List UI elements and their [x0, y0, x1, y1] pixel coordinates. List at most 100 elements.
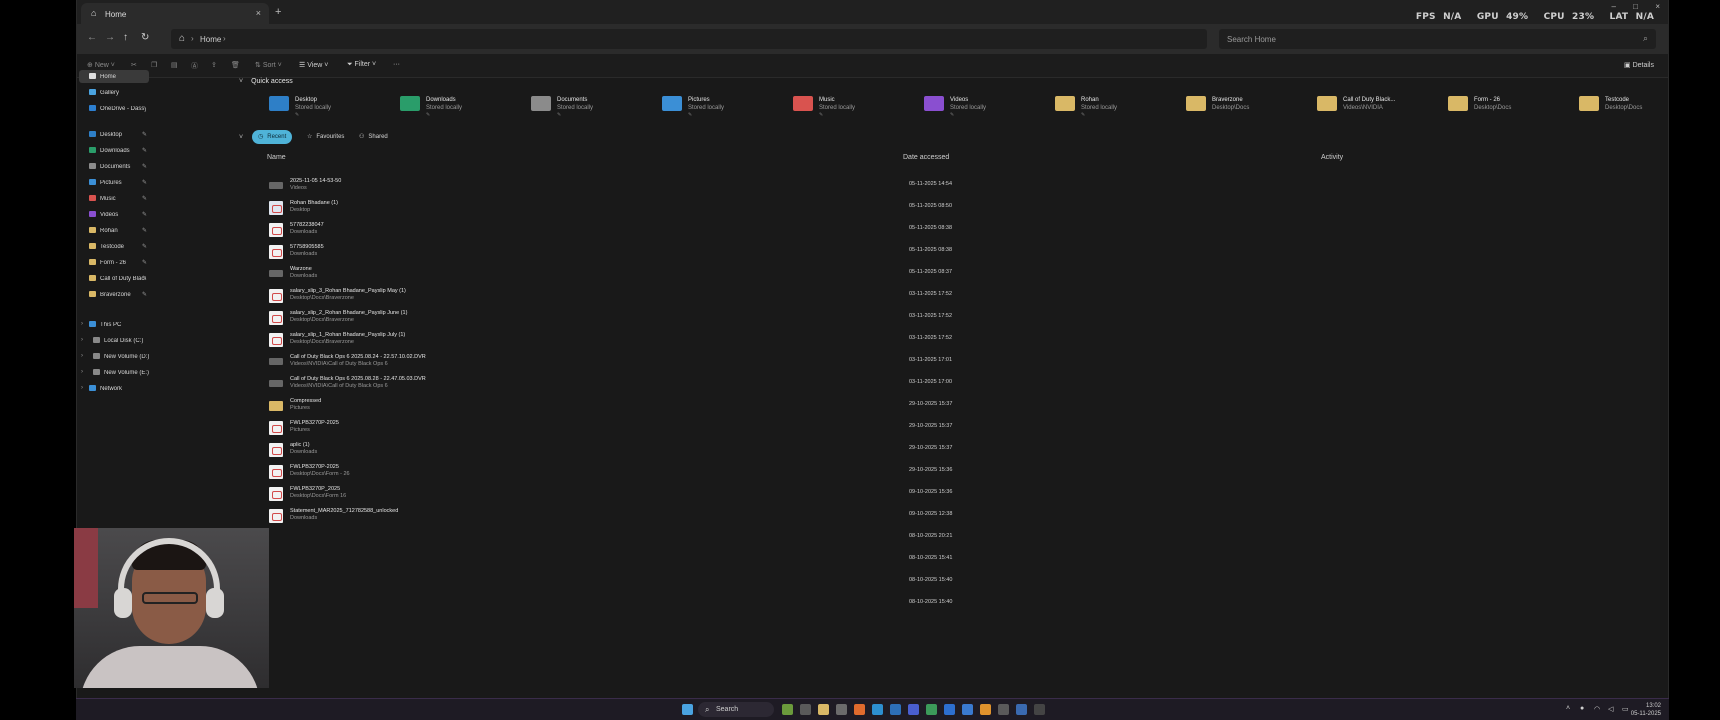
- sidebar-item-local-disk-c-[interactable]: › Local Disk (C:): [79, 334, 149, 347]
- file-row[interactable]: 57782238047 Downloads 05-11-2025 08:38: [269, 221, 1069, 243]
- wifi-icon[interactable]: ◠: [1594, 705, 1600, 713]
- file-row[interactable]: 08-10-2025 20:21: [269, 529, 1069, 551]
- file-row[interactable]: FWLPB3270P_2025 Desktop\Docs\Form 16 09-10…: [269, 485, 1069, 507]
- minimize-button[interactable]: –: [1612, 2, 1616, 11]
- clock[interactable]: 13:02 05-11-2025: [1631, 702, 1661, 718]
- file-row[interactable]: Warzone Downloads 05-11-2025 08:37: [269, 265, 1069, 287]
- file-row[interactable]: Call of Duty Black Ops 6 2025.08.28 - 22…: [269, 375, 1069, 397]
- teams-icon[interactable]: [908, 704, 919, 715]
- file-row[interactable]: 57758905585 Downloads 05-11-2025 08:38: [269, 243, 1069, 265]
- file-row[interactable]: Call of Duty Black Ops 6 2025.08.24 - 22…: [269, 353, 1069, 375]
- sidebar-item-gallery[interactable]: Gallery: [79, 86, 149, 99]
- app-icon[interactable]: [998, 704, 1009, 715]
- maximize-button[interactable]: □: [1633, 2, 1638, 11]
- chevron-right-icon[interactable]: ›: [81, 353, 83, 359]
- file-explorer-icon[interactable]: [818, 704, 829, 715]
- quick-access-item[interactable]: Call of Duty Black... Videos\NVIDIA: [1317, 94, 1437, 118]
- chevron-down-icon[interactable]: ˅: [239, 78, 243, 85]
- sidebar-item-videos[interactable]: Videos ✎: [79, 208, 149, 221]
- chevron-right-icon[interactable]: ›: [81, 321, 83, 327]
- quick-access-item[interactable]: Music Stored locally ✎: [793, 94, 913, 118]
- sidebar-item-desktop[interactable]: Desktop ✎: [79, 128, 149, 141]
- copy-icon[interactable]: ❐: [151, 61, 157, 69]
- vscode-icon[interactable]: [890, 704, 901, 715]
- sidebar-item-documents[interactable]: Documents ✎: [79, 160, 149, 173]
- microphone-icon[interactable]: ●: [1580, 705, 1584, 712]
- quick-access-item[interactable]: Downloads Stored locally ✎: [400, 94, 520, 118]
- chevron-right-icon[interactable]: ›: [81, 385, 83, 391]
- breadcrumb-home[interactable]: Home: [200, 35, 221, 44]
- new-tab-button[interactable]: +: [275, 6, 281, 18]
- chevron-right-icon[interactable]: ›: [81, 337, 83, 343]
- quick-access-item[interactable]: Testcode Desktop\Docs: [1579, 94, 1699, 118]
- share-icon[interactable]: ⇪: [211, 61, 217, 69]
- quick-access-item[interactable]: Videos Stored locally ✎: [924, 94, 1044, 118]
- app-icon[interactable]: [1034, 704, 1045, 715]
- quick-access-item[interactable]: Pictures Stored locally ✎: [662, 94, 782, 118]
- vlc-icon[interactable]: [980, 704, 991, 715]
- file-row[interactable]: 08-10-2025 15:41: [269, 551, 1069, 573]
- file-row[interactable]: salary_slip_1_Rohan Bhadane_Payslip July…: [269, 331, 1069, 353]
- file-row[interactable]: 08-10-2025 15:40: [269, 595, 1069, 617]
- file-row[interactable]: FWLPB3270P-2025 Desktop\Docs\Form - 26 29-…: [269, 463, 1069, 485]
- forward-arrow-icon[interactable]: →: [105, 32, 115, 43]
- search-input[interactable]: Search Home ⌕: [1219, 29, 1656, 49]
- sidebar-item-testcode[interactable]: Testcode ✎: [79, 240, 149, 253]
- shield-icon[interactable]: [1016, 704, 1027, 715]
- sidebar-item-downloads[interactable]: Downloads ✎: [79, 144, 149, 157]
- app-icon[interactable]: [962, 704, 973, 715]
- start-icon[interactable]: [682, 704, 693, 715]
- sidebar-item-call-of-duty-black-o[interactable]: Call of Duty Black O✎: [79, 272, 149, 285]
- delete-icon[interactable]: 🗑: [231, 61, 240, 69]
- file-row[interactable]: aplic (1) Downloads 29-10-2025 15:37: [269, 441, 1069, 463]
- rename-icon[interactable]: Ⓐ: [191, 61, 198, 71]
- sidebar-item-form-26[interactable]: Form - 26 ✎: [79, 256, 149, 269]
- sidebar-item-braverzone[interactable]: Braverzone ✎: [79, 288, 149, 301]
- file-row[interactable]: 2025-11-05 14-53-50 Videos 05-11-2025 14:5…: [269, 177, 1069, 199]
- sidebar-item-new-volume-d-[interactable]: › New Volume (D:): [79, 350, 149, 363]
- quick-access-item[interactable]: Braverzone Desktop\Docs: [1186, 94, 1306, 118]
- store-icon[interactable]: [836, 704, 847, 715]
- quick-access-item[interactable]: Rohan Stored locally ✎: [1055, 94, 1175, 118]
- up-arrow-icon[interactable]: ↑: [123, 32, 128, 43]
- chevron-right-icon[interactable]: ›: [81, 369, 83, 375]
- file-row[interactable]: salary_slip_2_Rohan Bhadane_Payslip June…: [269, 309, 1069, 331]
- volume-icon[interactable]: ◁: [1608, 705, 1613, 713]
- quick-access-item[interactable]: Desktop Stored locally ✎: [269, 94, 389, 118]
- sidebar-item-home[interactable]: Home: [79, 70, 149, 83]
- breadcrumb[interactable]: ⌂ › Home ›: [171, 29, 1207, 49]
- quick-access-item[interactable]: Documents Stored locally ✎: [531, 94, 651, 118]
- view-button[interactable]: ☰ View ˅: [299, 61, 328, 69]
- new-button[interactable]: ⊕ New ˅: [87, 61, 115, 69]
- filter-pill-shared[interactable]: ⚇ Shared: [353, 130, 394, 144]
- close-window-button[interactable]: ×: [1655, 2, 1660, 11]
- chevron-up-icon[interactable]: ˄: [1566, 705, 1570, 712]
- sidebar-item-pictures[interactable]: Pictures ✎: [79, 176, 149, 189]
- chevron-right-icon[interactable]: ›: [223, 34, 226, 43]
- tab-home[interactable]: ⌂ Home ×: [81, 3, 269, 24]
- task-view-icon[interactable]: [800, 704, 811, 715]
- back-arrow-icon[interactable]: ←: [87, 32, 97, 43]
- quick-access-header[interactable]: ˅ Quick access: [239, 78, 293, 85]
- sort-button[interactable]: ⇅ Sort ˅: [255, 61, 282, 69]
- file-row[interactable]: Rohan Bhadane (1) Desktop 05-11-2025 08:50: [269, 199, 1069, 221]
- file-row[interactable]: Statement_MAR2025_712782588_unlocked Down…: [269, 507, 1069, 529]
- battery-icon[interactable]: ▭: [1622, 705, 1629, 713]
- quick-access-item[interactable]: Form - 26 Desktop\Docs: [1448, 94, 1568, 118]
- widgets-icon[interactable]: [782, 704, 793, 715]
- sidebar-item-music[interactable]: Music ✎: [79, 192, 149, 205]
- filter-pill-favourites[interactable]: ☆ Favourites: [301, 130, 350, 144]
- file-row[interactable]: Compressed Pictures 29-10-2025 15:37: [269, 397, 1069, 419]
- sidebar-item-network[interactable]: › Network: [79, 382, 149, 395]
- app-icon[interactable]: [926, 704, 937, 715]
- filter-pill-recent[interactable]: ◷ Recent: [252, 130, 293, 144]
- sidebar-item-new-volume-e-[interactable]: › New Volume (E:): [79, 366, 149, 379]
- file-row[interactable]: FWLPB3270P-2025 Pictures 29-10-2025 15:37: [269, 419, 1069, 441]
- sidebar-item-rohan[interactable]: Rohan ✎: [79, 224, 149, 237]
- cut-icon[interactable]: ✂: [131, 61, 137, 69]
- sidebar-item-onedrive[interactable]: OneDrive - Dassynic: [79, 102, 149, 115]
- more-options-button[interactable]: ···: [393, 61, 400, 68]
- recent-section-chevron[interactable]: ˅: [239, 134, 251, 141]
- refresh-icon[interactable]: ↻: [141, 32, 149, 43]
- file-row[interactable]: 08-10-2025 15:40: [269, 573, 1069, 595]
